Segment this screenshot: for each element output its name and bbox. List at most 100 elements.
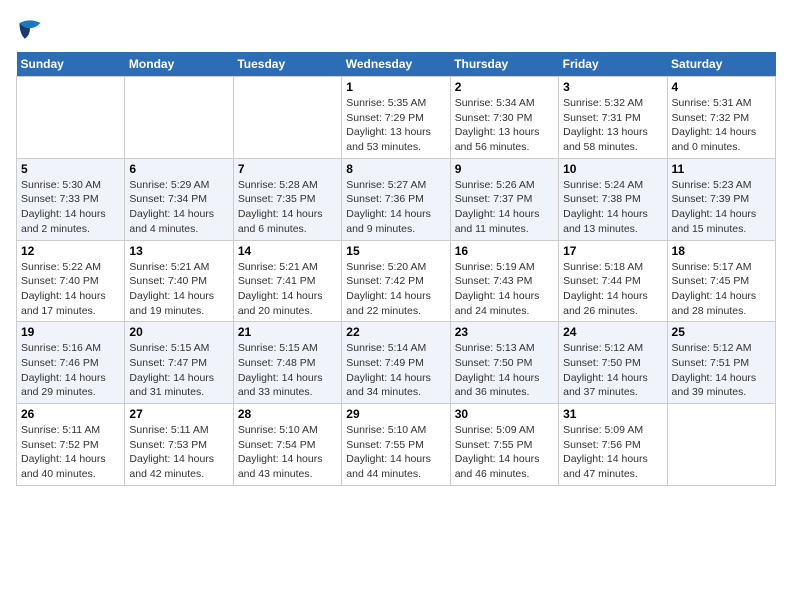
day-info: Sunrise: 5:35 AM Sunset: 7:29 PM Dayligh…	[346, 96, 445, 155]
calendar-cell: 26 Sunrise: 5:11 AM Sunset: 7:52 PM Dayli…	[17, 404, 125, 486]
day-info: Sunrise: 5:29 AM Sunset: 7:34 PM Dayligh…	[129, 178, 228, 237]
day-number: 11	[672, 162, 771, 176]
day-info: Sunrise: 5:31 AM Sunset: 7:32 PM Dayligh…	[672, 96, 771, 155]
day-info: Sunrise: 5:18 AM Sunset: 7:44 PM Dayligh…	[563, 260, 662, 319]
day-number: 17	[563, 244, 662, 258]
calendar-cell	[17, 77, 125, 159]
calendar-cell	[233, 77, 341, 159]
day-info: Sunrise: 5:14 AM Sunset: 7:49 PM Dayligh…	[346, 341, 445, 400]
day-info: Sunrise: 5:26 AM Sunset: 7:37 PM Dayligh…	[455, 178, 554, 237]
day-info: Sunrise: 5:21 AM Sunset: 7:41 PM Dayligh…	[238, 260, 337, 319]
day-number: 22	[346, 325, 445, 339]
weekday-header-saturday: Saturday	[667, 52, 775, 77]
day-info: Sunrise: 5:11 AM Sunset: 7:53 PM Dayligh…	[129, 423, 228, 482]
calendar-cell: 11 Sunrise: 5:23 AM Sunset: 7:39 PM Dayli…	[667, 158, 775, 240]
day-number: 30	[455, 407, 554, 421]
day-number: 21	[238, 325, 337, 339]
day-number: 23	[455, 325, 554, 339]
day-info: Sunrise: 5:12 AM Sunset: 7:51 PM Dayligh…	[672, 341, 771, 400]
day-number: 6	[129, 162, 228, 176]
day-info: Sunrise: 5:10 AM Sunset: 7:55 PM Dayligh…	[346, 423, 445, 482]
day-info: Sunrise: 5:32 AM Sunset: 7:31 PM Dayligh…	[563, 96, 662, 155]
calendar-cell: 18 Sunrise: 5:17 AM Sunset: 7:45 PM Dayli…	[667, 240, 775, 322]
day-info: Sunrise: 5:15 AM Sunset: 7:47 PM Dayligh…	[129, 341, 228, 400]
day-number: 31	[563, 407, 662, 421]
calendar-cell: 3Sunrise: 5:32 AM Sunset: 7:31 PM Daylig…	[559, 77, 667, 159]
calendar-cell: 5 Sunrise: 5:30 AM Sunset: 7:33 PM Daylig…	[17, 158, 125, 240]
day-info: Sunrise: 5:24 AM Sunset: 7:38 PM Dayligh…	[563, 178, 662, 237]
calendar-cell: 24Sunrise: 5:12 AM Sunset: 7:50 PM Dayli…	[559, 322, 667, 404]
day-info: Sunrise: 5:30 AM Sunset: 7:33 PM Dayligh…	[21, 178, 120, 237]
day-info: Sunrise: 5:27 AM Sunset: 7:36 PM Dayligh…	[346, 178, 445, 237]
day-info: Sunrise: 5:28 AM Sunset: 7:35 PM Dayligh…	[238, 178, 337, 237]
calendar-cell: 12 Sunrise: 5:22 AM Sunset: 7:40 PM Dayli…	[17, 240, 125, 322]
calendar-cell: 6 Sunrise: 5:29 AM Sunset: 7:34 PM Daylig…	[125, 158, 233, 240]
weekday-header-thursday: Thursday	[450, 52, 558, 77]
day-number: 7	[238, 162, 337, 176]
calendar-cell: 7 Sunrise: 5:28 AM Sunset: 7:35 PM Daylig…	[233, 158, 341, 240]
calendar-cell: 22 Sunrise: 5:14 AM Sunset: 7:49 PM Dayli…	[342, 322, 450, 404]
day-number: 27	[129, 407, 228, 421]
calendar-cell: 16Sunrise: 5:19 AM Sunset: 7:43 PM Dayli…	[450, 240, 558, 322]
day-info: Sunrise: 5:23 AM Sunset: 7:39 PM Dayligh…	[672, 178, 771, 237]
day-info: Sunrise: 5:34 AM Sunset: 7:30 PM Dayligh…	[455, 96, 554, 155]
day-number: 24	[563, 325, 662, 339]
day-info: Sunrise: 5:20 AM Sunset: 7:42 PM Dayligh…	[346, 260, 445, 319]
day-info: Sunrise: 5:16 AM Sunset: 7:46 PM Dayligh…	[21, 341, 120, 400]
calendar-cell: 27 Sunrise: 5:11 AM Sunset: 7:53 PM Dayli…	[125, 404, 233, 486]
calendar-week-3: 12 Sunrise: 5:22 AM Sunset: 7:40 PM Dayli…	[17, 240, 776, 322]
calendar-cell: 14 Sunrise: 5:21 AM Sunset: 7:41 PM Dayli…	[233, 240, 341, 322]
day-number: 5	[21, 162, 120, 176]
day-number: 2	[455, 80, 554, 94]
day-info: Sunrise: 5:15 AM Sunset: 7:48 PM Dayligh…	[238, 341, 337, 400]
calendar-cell: 28Sunrise: 5:10 AM Sunset: 7:54 PM Dayli…	[233, 404, 341, 486]
calendar-cell: 9 Sunrise: 5:26 AM Sunset: 7:37 PM Daylig…	[450, 158, 558, 240]
day-number: 12	[21, 244, 120, 258]
calendar-week-2: 5 Sunrise: 5:30 AM Sunset: 7:33 PM Daylig…	[17, 158, 776, 240]
calendar-cell: 30Sunrise: 5:09 AM Sunset: 7:55 PM Dayli…	[450, 404, 558, 486]
day-info: Sunrise: 5:21 AM Sunset: 7:40 PM Dayligh…	[129, 260, 228, 319]
header	[16, 16, 776, 44]
day-number: 14	[238, 244, 337, 258]
day-number: 26	[21, 407, 120, 421]
calendar-cell: 4 Sunrise: 5:31 AM Sunset: 7:32 PM Daylig…	[667, 77, 775, 159]
day-number: 10	[563, 162, 662, 176]
calendar-cell: 25 Sunrise: 5:12 AM Sunset: 7:51 PM Dayli…	[667, 322, 775, 404]
day-info: Sunrise: 5:11 AM Sunset: 7:52 PM Dayligh…	[21, 423, 120, 482]
day-number: 25	[672, 325, 771, 339]
calendar-week-5: 26 Sunrise: 5:11 AM Sunset: 7:52 PM Dayli…	[17, 404, 776, 486]
calendar-cell: 10 Sunrise: 5:24 AM Sunset: 7:38 PM Dayli…	[559, 158, 667, 240]
day-number: 8	[346, 162, 445, 176]
day-number: 29	[346, 407, 445, 421]
day-number: 20	[129, 325, 228, 339]
weekday-header-wednesday: Wednesday	[342, 52, 450, 77]
calendar-cell: 21 Sunrise: 5:15 AM Sunset: 7:48 PM Dayli…	[233, 322, 341, 404]
calendar-cell: 23 Sunrise: 5:13 AM Sunset: 7:50 PM Dayli…	[450, 322, 558, 404]
day-info: Sunrise: 5:19 AM Sunset: 7:43 PM Dayligh…	[455, 260, 554, 319]
weekday-header-friday: Friday	[559, 52, 667, 77]
day-info: Sunrise: 5:17 AM Sunset: 7:45 PM Dayligh…	[672, 260, 771, 319]
calendar-cell: 1 Sunrise: 5:35 AM Sunset: 7:29 PM Daylig…	[342, 77, 450, 159]
weekday-header-monday: Monday	[125, 52, 233, 77]
calendar-cell: 17 Sunrise: 5:18 AM Sunset: 7:44 PM Dayli…	[559, 240, 667, 322]
day-number: 4	[672, 80, 771, 94]
weekday-header-sunday: Sunday	[17, 52, 125, 77]
calendar-cell: 31 Sunrise: 5:09 AM Sunset: 7:56 PM Dayli…	[559, 404, 667, 486]
day-number: 15	[346, 244, 445, 258]
day-number: 19	[21, 325, 120, 339]
day-info: Sunrise: 5:22 AM Sunset: 7:40 PM Dayligh…	[21, 260, 120, 319]
day-number: 18	[672, 244, 771, 258]
calendar-cell	[125, 77, 233, 159]
calendar-cell	[667, 404, 775, 486]
calendar-cell: 2 Sunrise: 5:34 AM Sunset: 7:30 PM Daylig…	[450, 77, 558, 159]
calendar-cell: 19 Sunrise: 5:16 AM Sunset: 7:46 PM Dayli…	[17, 322, 125, 404]
day-number: 1	[346, 80, 445, 94]
day-info: Sunrise: 5:13 AM Sunset: 7:50 PM Dayligh…	[455, 341, 554, 400]
calendar-cell: 20 Sunrise: 5:15 AM Sunset: 7:47 PM Dayli…	[125, 322, 233, 404]
calendar-cell: 13Sunrise: 5:21 AM Sunset: 7:40 PM Dayli…	[125, 240, 233, 322]
day-number: 9	[455, 162, 554, 176]
calendar-week-4: 19 Sunrise: 5:16 AM Sunset: 7:46 PM Dayli…	[17, 322, 776, 404]
day-info: Sunrise: 5:09 AM Sunset: 7:56 PM Dayligh…	[563, 423, 662, 482]
weekday-header-tuesday: Tuesday	[233, 52, 341, 77]
calendar-table: SundayMondayTuesdayWednesdayThursdayFrid…	[16, 52, 776, 486]
